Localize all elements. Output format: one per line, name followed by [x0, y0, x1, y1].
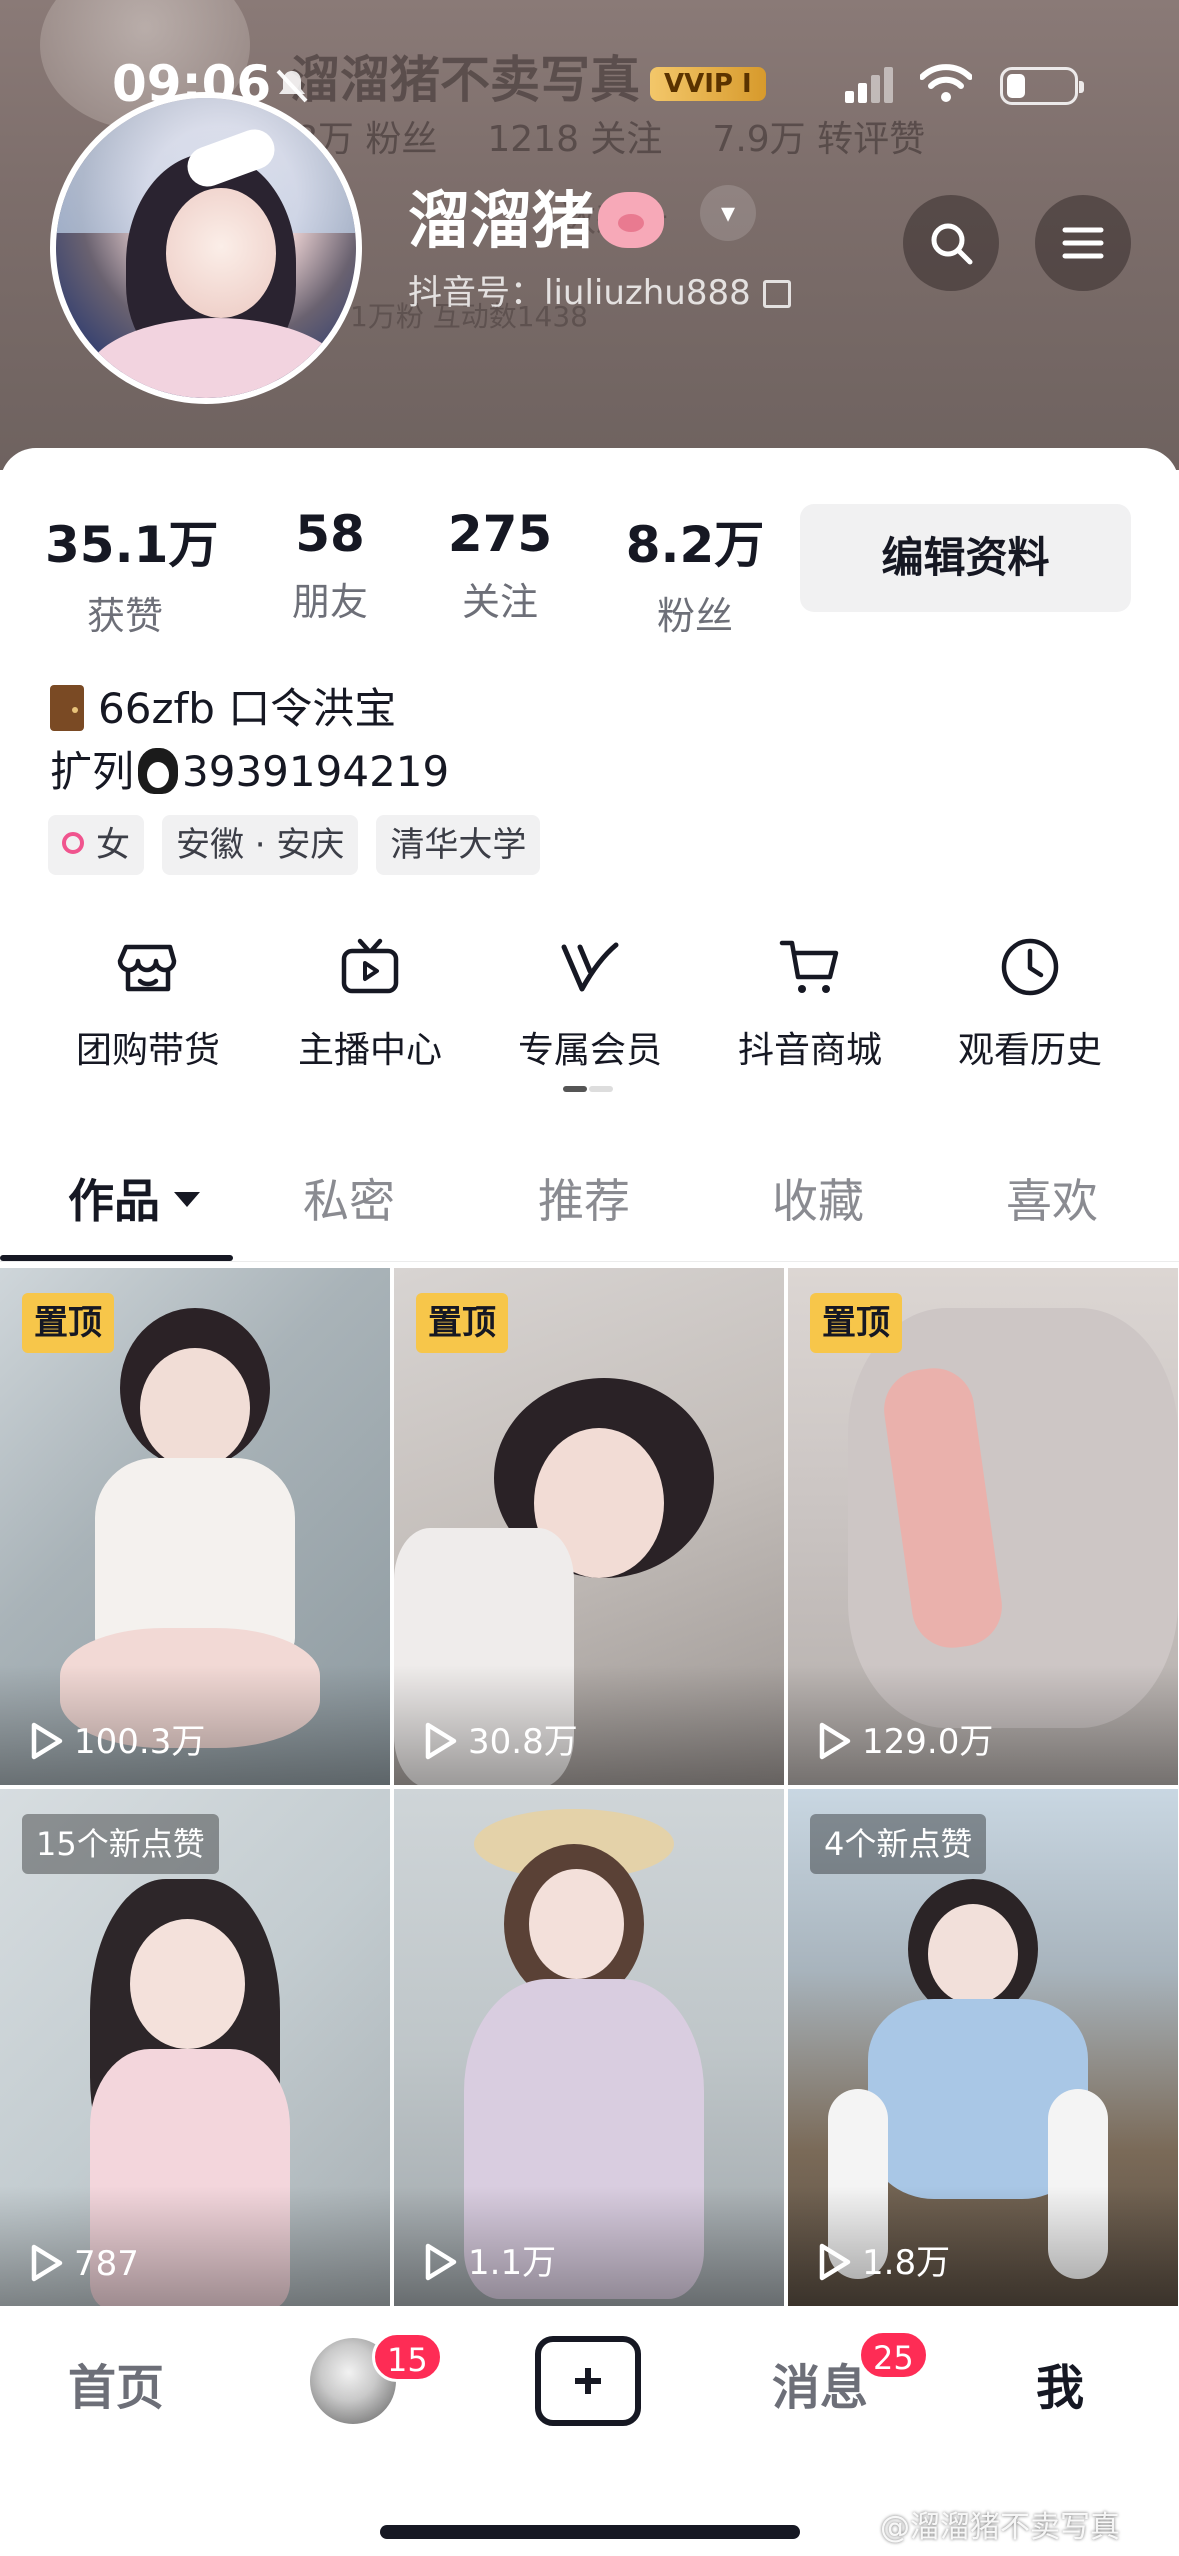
school-tag: 清华大学: [376, 815, 541, 875]
play-count: 129.0万: [816, 1714, 993, 1763]
new-likes-badge: 4个新点赞: [810, 1814, 987, 1874]
door-emoji-icon: [50, 685, 84, 731]
penguin-emoji-icon: [138, 748, 179, 794]
stat-label: 粉丝: [656, 594, 733, 638]
pinned-badge: 置顶: [810, 1293, 902, 1353]
caret-down-icon: [174, 1192, 200, 1207]
nav-home[interactable]: 首页: [68, 2348, 164, 2418]
stat-label: 朋友: [291, 580, 368, 624]
bottom-navigation: 首页 15 消息 25 我 @溜溜猪不卖写真: [0, 2310, 1179, 2556]
video-tile[interactable]: 1.1万: [394, 1789, 784, 2306]
pig-emoji-icon: [598, 192, 665, 248]
quick-action-streamer-center[interactable]: 主播中心: [270, 935, 470, 1073]
stat-label: 获赞: [86, 594, 163, 638]
vip-v-icon: [561, 942, 619, 992]
search-button[interactable]: [903, 195, 999, 291]
stat-number: 35.1万: [45, 516, 219, 574]
tab-private[interactable]: 私密: [303, 1165, 395, 1231]
bio-line-1: 66zfb 口令洪宝: [50, 675, 396, 736]
pinned-badge: 置顶: [22, 1293, 114, 1353]
account-switch-chevron-icon[interactable]: ▾: [700, 185, 756, 241]
play-count: 100.3万: [28, 1714, 205, 1763]
clock-icon: [1001, 938, 1059, 996]
pinned-badge: 置顶: [416, 1293, 508, 1353]
qr-code-icon: [762, 280, 791, 308]
quick-actions-pager: [563, 1086, 613, 1092]
quick-action-group-buy[interactable]: 团购带货: [48, 935, 248, 1073]
stat-number: 8.2万: [625, 516, 765, 574]
play-count: 1.8万: [816, 2235, 950, 2284]
video-tile[interactable]: 置顶 129.0万: [788, 1268, 1178, 1785]
nav-messages[interactable]: 消息: [772, 2348, 868, 2418]
play-icon: [819, 1722, 851, 1760]
messages-count-badge: 25: [858, 2330, 929, 2380]
play-icon: [819, 2243, 851, 2281]
wifi-icon: [920, 64, 972, 102]
stat-label: 关注: [461, 580, 538, 624]
quick-action-membership[interactable]: 专属会员: [490, 935, 690, 1073]
profile-avatar[interactable]: [50, 92, 362, 404]
tab-likes[interactable]: 喜欢: [1006, 1165, 1098, 1231]
new-likes-badge: 15个新点赞: [22, 1814, 219, 1874]
video-tile[interactable]: 置顶 100.3万: [0, 1268, 390, 1785]
bio-line-2: 扩列 3939194219: [50, 747, 450, 796]
tv-icon: [341, 938, 399, 994]
play-count: 1.1万: [422, 2235, 556, 2284]
stat-friends[interactable]: 58 朋友: [265, 505, 395, 626]
stat-following[interactable]: 275 关注: [435, 505, 565, 626]
nav-me[interactable]: 我: [1036, 2348, 1084, 2418]
quick-action-mall[interactable]: 抖音商城: [710, 935, 910, 1073]
create-post-button[interactable]: [535, 2336, 641, 2426]
blurred-stats: 8万 粉丝 1218 关注 7.9万 转评赞: [295, 119, 926, 160]
profile-nickname: 溜溜猪: [408, 170, 665, 260]
profile-header-banner: 溜溜猪不卖写真VVIP I 8万 粉丝1218 关注7.9万 转评赞 数飙升 1…: [0, 0, 1179, 470]
quick-action-history[interactable]: 观看历史: [930, 935, 1130, 1073]
play-icon: [31, 2244, 63, 2282]
play-icon: [31, 1722, 63, 1760]
menu-button[interactable]: [1035, 195, 1131, 291]
tab-works[interactable]: 作品: [68, 1165, 200, 1231]
location-tag: 安徽 · 安庆: [162, 815, 359, 875]
play-count: 787: [28, 2243, 139, 2284]
hamburger-menu-icon: [1062, 227, 1104, 259]
play-count: 30.8万: [422, 1714, 578, 1763]
play-icon: [425, 1722, 457, 1760]
tab-recommend[interactable]: 推荐: [538, 1165, 630, 1231]
signal-icon: [845, 67, 893, 103]
douyin-id[interactable]: 抖音号：liuliuzhu888: [408, 265, 791, 314]
stat-likes[interactable]: 35.1万 获赞: [45, 505, 219, 640]
video-tile[interactable]: 4个新点赞 1.8万: [788, 1789, 1178, 2306]
tab-favorites[interactable]: 收藏: [772, 1165, 864, 1231]
video-tile[interactable]: 15个新点赞 787: [0, 1789, 390, 2306]
battery-icon: [1000, 67, 1084, 105]
home-indicator[interactable]: [380, 2525, 800, 2539]
female-icon: [62, 832, 84, 854]
stat-number: 275: [447, 505, 553, 563]
play-icon: [425, 2243, 457, 2281]
gender-tag: 女: [48, 815, 144, 875]
store-icon: [117, 944, 177, 992]
cart-icon: [779, 940, 839, 993]
edit-profile-button[interactable]: 编辑资料: [800, 504, 1131, 612]
content-tabs: 作品 私密 推荐 收藏 喜欢: [0, 1165, 1179, 1265]
friends-count-badge: 15: [372, 2332, 443, 2382]
stat-number: 58: [295, 505, 365, 563]
tabs-divider: [0, 1261, 1179, 1262]
weibo-watermark: @溜溜猪不卖写真: [880, 2510, 1120, 2545]
profile-tags: 女 安徽 · 安庆 清华大学: [48, 815, 541, 875]
video-tile[interactable]: 置顶 30.8万: [394, 1268, 784, 1785]
stat-fans[interactable]: 8.2万 粉丝: [620, 505, 770, 640]
search-icon: [931, 223, 973, 265]
